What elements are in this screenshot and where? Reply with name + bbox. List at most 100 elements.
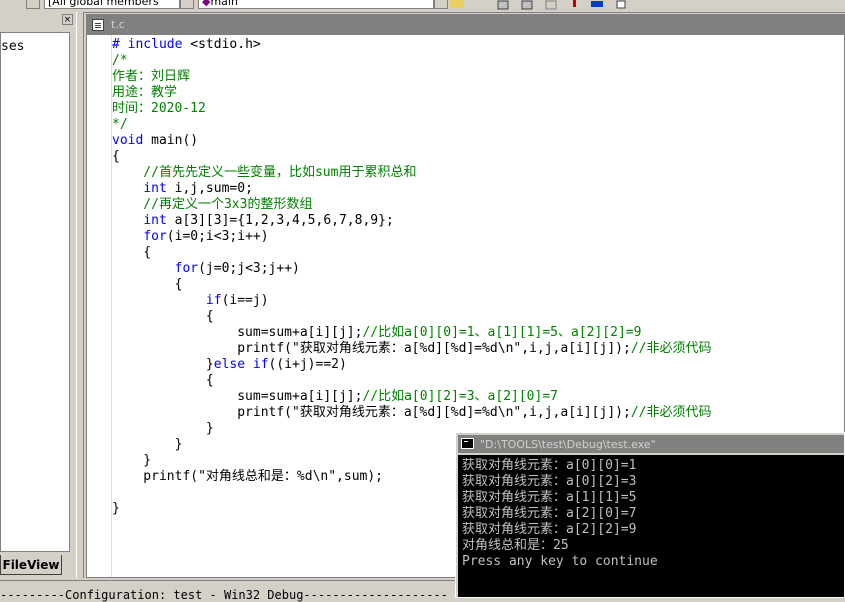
code-keyword: int bbox=[143, 213, 167, 228]
code-text: { bbox=[112, 373, 214, 388]
console-line: Press any key to continue bbox=[462, 554, 658, 569]
code-line[interactable]: //首先先定义一些变量，比如sum用于累积总和 bbox=[112, 165, 416, 181]
code-comment: //比如a[0][2]=3、a[2][0]=7 bbox=[362, 389, 558, 404]
code-text: } bbox=[112, 421, 214, 436]
code-comment: 用途：教学 bbox=[112, 85, 178, 100]
code-line[interactable]: } bbox=[112, 437, 183, 453]
console-line: 获取对角线元素：a[2][2]=9 bbox=[462, 522, 637, 537]
code-text: sum=sum+a[i][j]; bbox=[112, 389, 363, 404]
code-text: } bbox=[112, 437, 183, 452]
code-line[interactable]: { bbox=[112, 373, 214, 389]
workspace-panel: × ses FileView bbox=[0, 12, 76, 578]
code-keyword: int bbox=[143, 181, 167, 196]
toolbar-dropdown-arrow[interactable] bbox=[26, 0, 40, 9]
code-keyword: if bbox=[205, 293, 222, 308]
code-line[interactable]: /* bbox=[112, 53, 128, 69]
code-comment: /* bbox=[112, 53, 128, 68]
tree-item-label[interactable]: ses bbox=[1, 39, 24, 54]
output-text: ---------Configuration: test - Win32 Deb… bbox=[0, 588, 448, 602]
execute-icon[interactable] bbox=[568, 0, 582, 8]
code-comment: 作者：刘日辉 bbox=[112, 69, 191, 84]
code-line[interactable]: printf("对角线总和是：%d\n",sum); bbox=[112, 469, 383, 485]
code-line[interactable]: 时间：2020-12 bbox=[112, 101, 206, 117]
workspace-tree[interactable]: ses bbox=[0, 32, 70, 552]
code-text: <stdio.h> bbox=[190, 37, 261, 52]
workspace-titlebar: × bbox=[0, 12, 76, 30]
code-comment: //再定义一个3x3的整形数组 bbox=[112, 197, 313, 212]
editor-title: t.c bbox=[111, 18, 125, 31]
editor-titlebar: t.c bbox=[87, 15, 844, 35]
code-text: { bbox=[112, 245, 152, 260]
code-text: main() bbox=[143, 133, 199, 148]
code-line[interactable]: printf("获取对角线元素：a[%d][%d]=%d\n",i,j,a[i]… bbox=[112, 405, 711, 421]
code-line[interactable]: 作者：刘日辉 bbox=[112, 69, 190, 85]
code-line[interactable]: } bbox=[112, 453, 151, 469]
code-line[interactable]: # include <stdio.h> bbox=[112, 37, 261, 53]
code-comment: */ bbox=[112, 117, 128, 132]
code-text: { bbox=[112, 149, 120, 164]
code-line[interactable]: }else if((i+j)==2) bbox=[112, 357, 347, 373]
code-line[interactable]: sum=sum+a[i][j];//比如a[0][2]=3、a[2][0]=7 bbox=[112, 389, 558, 405]
code-text: printf("对角线总和是：%d\n",sum); bbox=[112, 469, 384, 484]
class-members-combo[interactable]: [All global members bbox=[44, 0, 180, 9]
wizard-icon[interactable] bbox=[450, 0, 464, 8]
console-window: "D:\TOOLS\test\Debug\test.exe" 获取对角线元素：a… bbox=[455, 432, 845, 598]
console-line: 获取对角线元素：a[0][2]=3 bbox=[462, 474, 637, 489]
code-line[interactable]: 用途：教学 bbox=[112, 85, 177, 101]
code-line[interactable]: //再定义一个3x3的整形数组 bbox=[112, 197, 312, 213]
console-titlebar[interactable]: "D:\TOOLS\test\Debug\test.exe" bbox=[458, 435, 844, 453]
code-line[interactable]: { bbox=[112, 309, 214, 325]
code-text: { bbox=[112, 309, 214, 324]
console-line: 获取对角线元素：a[1][1]=5 bbox=[462, 490, 637, 505]
code-line[interactable]: sum=sum+a[i][j];//比如a[0][0]=1、a[1][1]=5、… bbox=[112, 325, 641, 341]
code-line[interactable]: void main() bbox=[112, 133, 198, 149]
code-text: } bbox=[112, 453, 152, 468]
class-members-combo-arrow[interactable] bbox=[180, 0, 194, 9]
toolbar: [All global members ◆main bbox=[0, 0, 845, 13]
code-text: a[3][3]={1,2,3,4,5,6,7,8,9}; bbox=[166, 213, 394, 228]
code-line[interactable]: { bbox=[112, 149, 120, 165]
code-keyword: else bbox=[213, 357, 246, 372]
code-line[interactable]: { bbox=[112, 245, 151, 261]
code-text: } bbox=[112, 357, 214, 372]
code-keyword: # include bbox=[112, 37, 191, 52]
code-comment: //非必须代码 bbox=[630, 341, 712, 356]
member-combo-arrow[interactable] bbox=[434, 0, 448, 9]
code-keyword: void bbox=[112, 133, 144, 148]
code-line[interactable]: */ bbox=[112, 117, 128, 133]
code-line[interactable]: for(i=0;i<3;i++) bbox=[112, 229, 269, 245]
code-line[interactable]: printf("获取对角线元素：a[%d][%d]=%d\n",i,j,a[i]… bbox=[112, 341, 711, 357]
code-line[interactable]: } bbox=[112, 421, 214, 437]
code-text: (i==j) bbox=[221, 293, 269, 308]
stop-build-icon[interactable] bbox=[544, 0, 558, 10]
editor-gutter bbox=[87, 35, 112, 577]
panel-splitter[interactable] bbox=[76, 12, 84, 578]
tab-fileview[interactable]: FileView bbox=[0, 555, 62, 575]
code-line[interactable]: { bbox=[112, 277, 183, 293]
code-keyword: for bbox=[174, 261, 199, 276]
code-comment: //非必须代码 bbox=[630, 405, 712, 420]
workspace-close-button[interactable]: × bbox=[62, 14, 73, 25]
code-text: i,j,sum=0; bbox=[166, 181, 253, 196]
go-icon[interactable] bbox=[590, 0, 604, 8]
code-line[interactable]: } bbox=[112, 501, 120, 517]
build-icon[interactable] bbox=[520, 0, 534, 10]
code-text: } bbox=[112, 501, 120, 516]
code-line[interactable]: if(i==j) bbox=[112, 293, 269, 309]
code-keyword: for bbox=[143, 229, 167, 244]
code-line[interactable]: for(j=0;j<3;j++) bbox=[112, 261, 300, 277]
breakpoint-icon[interactable] bbox=[614, 0, 628, 9]
member-combo[interactable]: ◆main bbox=[198, 0, 434, 9]
code-comment: //比如a[0][0]=1、a[1][1]=5、a[2][2]=9 bbox=[362, 325, 642, 340]
code-line[interactable]: int i,j,sum=0; bbox=[112, 181, 253, 197]
code-text: ((i+j)==2) bbox=[268, 357, 347, 372]
code-text: sum=sum+a[i][j]; bbox=[112, 325, 363, 340]
compile-icon[interactable] bbox=[496, 0, 510, 10]
code-line[interactable]: int a[3][3]={1,2,3,4,5,6,7,8,9}; bbox=[112, 213, 394, 229]
code-text: (i=0;i<3;i++) bbox=[166, 229, 269, 244]
